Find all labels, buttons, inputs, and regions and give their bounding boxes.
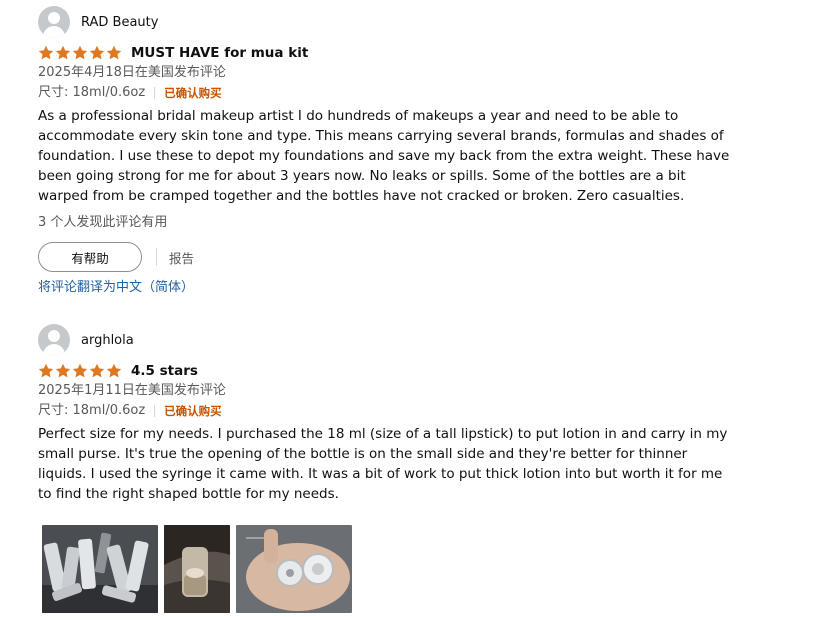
review-1: RAD Beauty MUST HAVE for mua kit 2025年4月… [38,6,738,298]
star-rating[interactable] [38,45,122,61]
review-body: Perfect size for my needs. I purchased t… [38,426,728,502]
review-photo-caps-in-hand[interactable] [236,525,352,613]
variant-size: 尺寸: 18ml/0.6oz [38,403,146,418]
variant-size: 尺寸: 18ml/0.6oz [38,85,146,100]
reviewer-name[interactable]: arghlola [81,333,134,348]
divider [156,248,157,266]
helpful-count: 3 个人发现此评论有用 [38,215,168,230]
star-icon [55,45,71,60]
reviewer-profile[interactable]: arghlola [38,324,738,356]
translate-review-link[interactable]: 将评论翻译为中文（简体） [38,278,738,298]
review-images [42,525,738,613]
divider [154,87,156,99]
star-icon [38,45,54,60]
report-link[interactable]: 报告 [169,248,194,267]
review-body: As a professional bridal makeup artist I… [38,108,730,204]
star-icon [72,363,88,378]
review-photo-bottles-bag[interactable] [42,525,158,613]
review-photo-bottle-in-purse[interactable] [164,525,230,613]
star-icon [38,363,54,378]
review-2: arghlola 4.5 stars 2025年1月11日在美国发布评论 尺寸:… [38,324,738,613]
review-title[interactable]: MUST HAVE for mua kit [131,45,308,61]
helpful-button[interactable]: 有帮助 [38,242,142,272]
star-icon [89,45,105,60]
review-date: 2025年1月11日在美国发布评论 [38,383,226,398]
review-title[interactable]: 4.5 stars [131,363,198,379]
reviewer-profile[interactable]: RAD Beauty [38,6,738,38]
avatar-icon [38,6,70,38]
star-icon [89,363,105,378]
divider [154,405,156,417]
verified-purchase-badge: 已确认购买 [164,404,222,418]
reviewer-name[interactable]: RAD Beauty [81,15,158,30]
star-icon [72,45,88,60]
star-rating[interactable] [38,363,122,379]
star-icon [106,363,122,378]
verified-purchase-badge: 已确认购买 [164,86,222,100]
star-icon [106,45,122,60]
review-date: 2025年4月18日在美国发布评论 [38,65,226,80]
star-icon [55,363,71,378]
avatar-icon [38,324,70,356]
